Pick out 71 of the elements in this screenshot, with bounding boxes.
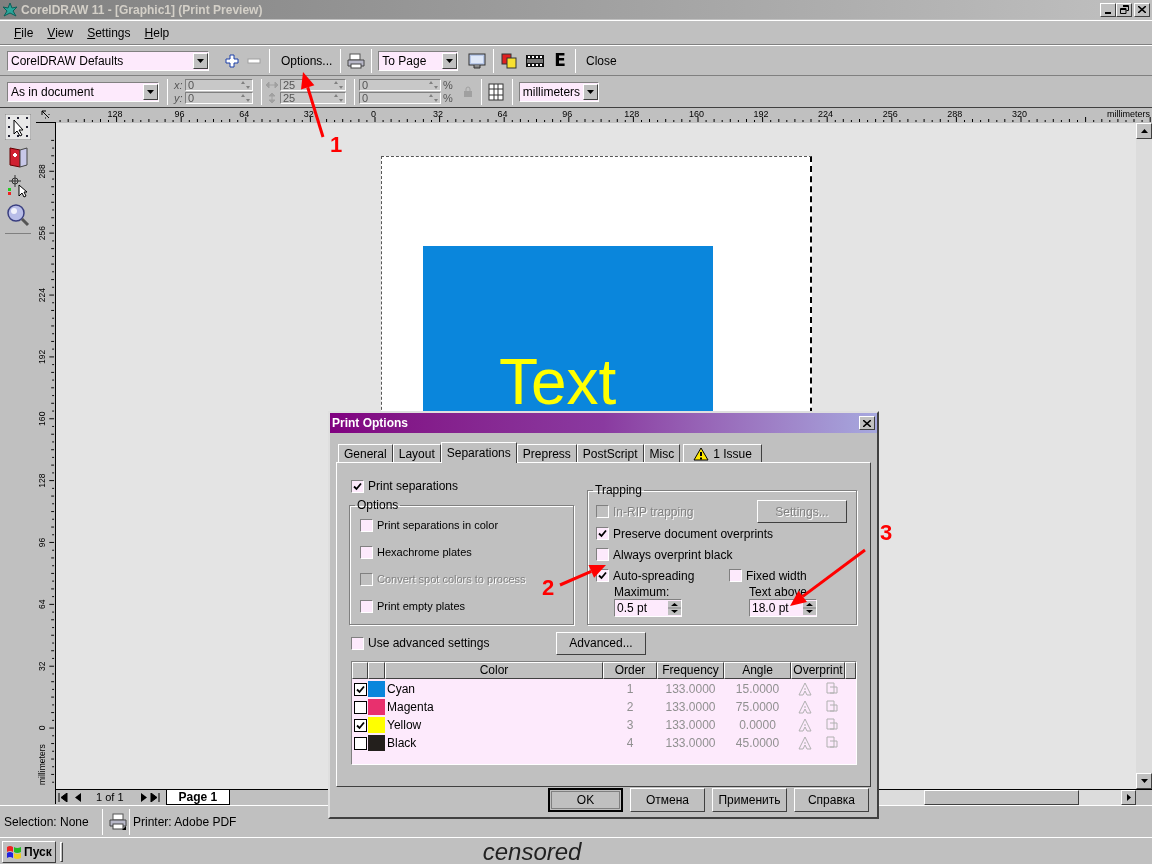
ruler-label: 224 bbox=[36, 287, 47, 303]
checkbox-label: Print empty plates bbox=[377, 599, 466, 615]
table-cell-text: 15.0000 bbox=[735, 681, 780, 698]
table-cell-text: 45.0000 bbox=[735, 735, 780, 752]
checkbox-label: Convert spot colors to process bbox=[377, 572, 526, 588]
ruler-label: 256 bbox=[36, 226, 47, 241]
window-title: CorelDRAW 11 - [Graphic1] (Print Preview) bbox=[21, 1, 264, 19]
ruler-label: 288 bbox=[947, 109, 963, 119]
table-cell-text: 133.0000 bbox=[665, 717, 716, 734]
field-label: y: bbox=[174, 92, 184, 104]
ruler-label: 192 bbox=[753, 109, 769, 119]
table-cell-text: 4 bbox=[626, 735, 634, 752]
page-counter: 1 of 1 bbox=[96, 791, 124, 803]
ruler-label: 128 bbox=[36, 473, 47, 488]
ruler-label: 96 bbox=[562, 109, 573, 119]
document-text: Text bbox=[499, 350, 617, 414]
percent-label: % bbox=[443, 92, 453, 104]
selection-status: Selection: None bbox=[4, 813, 90, 831]
ruler-unit: millimeters bbox=[36, 744, 47, 786]
ruler-label: 64 bbox=[36, 599, 47, 610]
ruler-label: 224 bbox=[818, 109, 834, 119]
annotation-number: 3 bbox=[880, 522, 893, 544]
ruler-label: 0 bbox=[370, 109, 376, 119]
checkbox-label: Print separations in color bbox=[377, 518, 499, 534]
ruler-label: 64 bbox=[239, 109, 250, 119]
ruler-label: 96 bbox=[36, 537, 47, 548]
table-cell-text: 0.0000 bbox=[739, 717, 776, 734]
ruler-label: 320 bbox=[1011, 109, 1027, 119]
group-title: Options bbox=[356, 499, 400, 511]
table-cell-text: 133.0000 bbox=[665, 735, 716, 752]
ruler-label: 64 bbox=[497, 109, 508, 119]
table-cell-text: Yellow bbox=[387, 717, 422, 734]
table-cell-text: 75.0000 bbox=[735, 699, 780, 716]
checkbox-label: Fixed width bbox=[746, 567, 807, 585]
ruler-label: 32 bbox=[303, 109, 314, 119]
table-cell-text: Magenta bbox=[387, 699, 434, 716]
checkbox-label: Auto-spreading bbox=[613, 567, 695, 585]
annotation-number: 2 bbox=[542, 577, 555, 599]
table-cell-text: 3 bbox=[626, 717, 634, 734]
table-cell-text: 2 bbox=[626, 699, 634, 716]
checkbox-label: In-RIP trapping bbox=[613, 503, 694, 521]
table-cell-text: Black bbox=[387, 735, 417, 752]
ruler-label: 128 bbox=[624, 109, 640, 119]
ruler-label: 288 bbox=[36, 164, 47, 179]
ruler-label: 128 bbox=[107, 109, 123, 119]
ruler-label: 256 bbox=[882, 109, 898, 119]
checkbox-label: Print separations bbox=[368, 478, 459, 495]
ruler-label: 160 bbox=[688, 109, 704, 119]
ruler-label: 192 bbox=[36, 349, 47, 365]
checkbox-label: Preserve document overprints bbox=[613, 525, 774, 543]
ruler-label: 32 bbox=[433, 109, 443, 119]
ruler-label: 96 bbox=[174, 109, 185, 119]
censored-caption: censored bbox=[482, 839, 582, 864]
annotation-number: 1 bbox=[330, 134, 343, 156]
ruler-label: 0 bbox=[36, 725, 47, 731]
printer-status: Printer: Adobe PDF bbox=[133, 813, 237, 831]
ruler-label: 32 bbox=[36, 661, 47, 671]
field-label: Maximum: bbox=[614, 586, 671, 598]
checkbox-label: Hexachrome plates bbox=[377, 545, 472, 561]
ruler-label: 160 bbox=[36, 411, 47, 426]
ruler-unit: millimeters bbox=[1107, 109, 1150, 119]
checkbox-label: Use advanced settings bbox=[368, 635, 490, 652]
field-label: x: bbox=[174, 79, 184, 91]
table-cell-text: 133.0000 bbox=[665, 681, 716, 698]
dialog-title: Print Options bbox=[332, 415, 409, 432]
table-cell-text: 1 bbox=[626, 681, 634, 698]
table-cell-text: Cyan bbox=[387, 681, 415, 698]
checkbox-label: Always overprint black bbox=[613, 546, 733, 564]
group-title: Trapping bbox=[594, 484, 643, 496]
percent-label: % bbox=[443, 79, 453, 91]
table-cell-text: 133.0000 bbox=[665, 699, 716, 716]
